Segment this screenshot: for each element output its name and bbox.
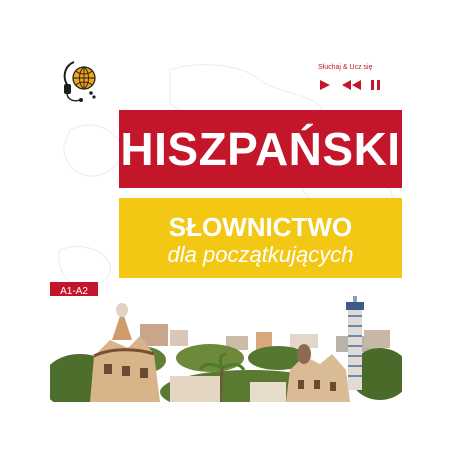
subtitle-band: SŁOWNICTWO dla początkujących (119, 198, 402, 278)
park-guell-photo (50, 296, 402, 402)
audiobook-cover: Słuchaj & Ucz się HISZPAŃSKI SŁOWNICTWO … (50, 50, 402, 402)
cover-title: HISZPAŃSKI (120, 123, 401, 175)
player-controls (320, 80, 380, 90)
player-label: Słuchaj & Ucz się (318, 64, 373, 71)
audio-player-badge: Słuchaj & Ucz się (318, 64, 396, 98)
cover-subtitle-secondary: dla początkujących (167, 242, 354, 267)
cover-subtitle: SŁOWNICTWO (168, 212, 353, 242)
rewind-icon (342, 80, 361, 90)
pause-icon (371, 80, 380, 90)
title-band: HISZPAŃSKI (119, 110, 402, 188)
play-icon (320, 80, 330, 90)
globe-headphones-logo (63, 61, 96, 102)
